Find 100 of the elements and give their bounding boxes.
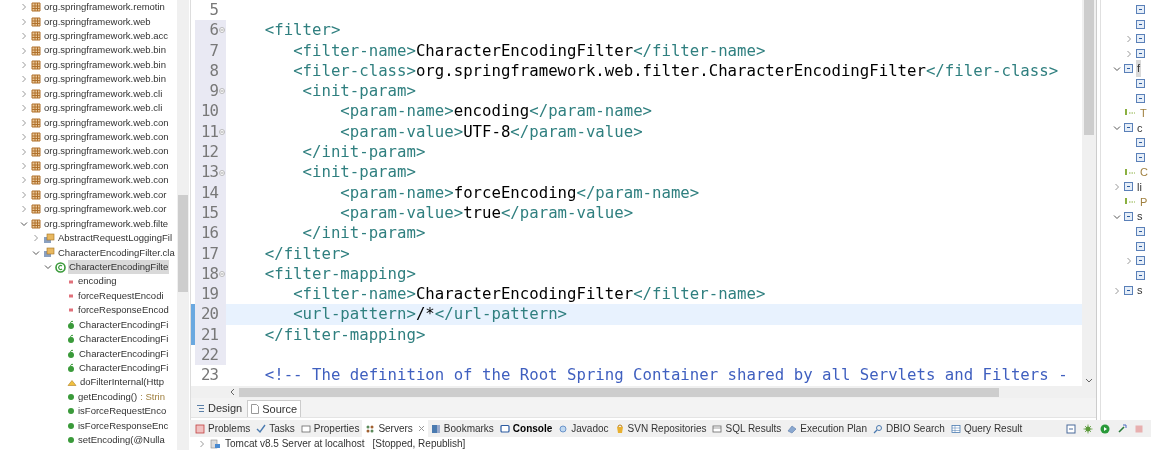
editor-tab[interactable]: Design <box>193 400 246 417</box>
chevron-right-icon[interactable] <box>20 118 28 127</box>
tree-item[interactable]: org.springframework.web.cor <box>43 202 168 217</box>
tree-item[interactable]: org.springframework.web.bin <box>43 57 167 73</box>
chevron-right-icon[interactable] <box>20 176 28 185</box>
view-tab[interactable]: Console <box>496 420 556 437</box>
outline-item[interactable]: P <box>1139 193 1149 210</box>
outline-item[interactable]: C <box>1139 163 1149 181</box>
chevron-right-icon[interactable] <box>1125 49 1133 58</box>
chevron-down-icon[interactable] <box>1113 212 1121 221</box>
tree-item[interactable]: setEncoding(@Nulla <box>77 433 166 448</box>
tree-item[interactable]: CharacterEncodingFi <box>78 332 170 347</box>
chevron-down-icon[interactable] <box>1113 64 1121 73</box>
collapse-icon[interactable] <box>1066 423 1076 434</box>
view-tab[interactable]: Problems <box>192 420 254 437</box>
fold-icon[interactable] <box>219 128 225 135</box>
tree-item[interactable]: getEncoding() <box>77 389 139 405</box>
tree-item[interactable]: doFilterInternal(Http <box>79 375 165 390</box>
chevron-right-icon[interactable] <box>20 32 28 41</box>
chevron-down-icon[interactable] <box>1113 123 1121 132</box>
chevron-right-icon[interactable] <box>20 147 28 156</box>
chevron-right-icon[interactable] <box>20 75 28 84</box>
tree-item[interactable]: forceRequestEncodi <box>77 288 165 304</box>
view-tab[interactable]: Properties <box>297 420 363 437</box>
close-icon[interactable] <box>417 425 425 432</box>
tree-item[interactable]: encoding <box>77 274 118 289</box>
chevron-right-icon[interactable] <box>20 17 28 26</box>
chevron-down-icon[interactable] <box>44 263 52 272</box>
chevron-right-icon[interactable] <box>20 60 28 69</box>
chevron-right-icon[interactable] <box>20 3 28 12</box>
view-tab[interactable]: Query Result <box>947 420 1026 437</box>
outline-item[interactable]: s <box>1136 282 1144 299</box>
outline-item[interactable]: T <box>1139 104 1148 122</box>
tree-item[interactable]: org.springframework.web.cor <box>43 187 168 203</box>
tree-item[interactable]: org.springframework.web.con <box>43 158 170 174</box>
chevron-right-icon[interactable] <box>1113 182 1121 191</box>
chevron-right-icon[interactable] <box>20 104 28 113</box>
fold-icon[interactable] <box>219 88 225 95</box>
scroll-left-icon[interactable] <box>229 388 235 396</box>
view-tab[interactable]: DBIO Search <box>869 420 948 437</box>
tree-item[interactable]: org.springframework.web.acc <box>43 28 170 44</box>
tree-item[interactable]: isForceRequestEnco <box>77 404 168 419</box>
view-tab[interactable]: Execution Plan <box>784 420 870 437</box>
tree-item[interactable]: org.springframework.web.con <box>43 173 170 188</box>
chevron-right-icon[interactable] <box>20 46 28 55</box>
chevron-right-icon[interactable] <box>20 205 28 214</box>
tree-item[interactable]: org.springframework.web <box>43 14 152 29</box>
tree-item[interactable]: org.springframework.web.cli <box>43 101 164 116</box>
outline-item[interactable]: li <box>1136 178 1143 196</box>
server-name[interactable]: Tomcat v8.5 Server at localhost <box>225 436 365 450</box>
tree-item[interactable]: org.springframework.web.cli <box>43 86 164 101</box>
view-tab[interactable]: SVN Repositories <box>611 420 710 437</box>
scrollbar-thumb[interactable] <box>239 387 999 397</box>
view-icon <box>256 423 267 434</box>
tree-item[interactable]: AbstractRequestLoggingFil <box>57 231 174 246</box>
editor-tab[interactable]: Source <box>247 400 302 417</box>
tree-item[interactable]: CharacterEncodingFi <box>78 317 170 332</box>
outline-item[interactable]: s <box>1136 208 1144 225</box>
view-tab[interactable]: Tasks <box>253 420 298 437</box>
chevron-down-icon[interactable] <box>32 248 40 257</box>
bug-icon[interactable] <box>1083 423 1093 434</box>
view-tab[interactable]: SQL Results <box>709 420 785 437</box>
tree-item[interactable]: CharacterEncodingFilter.cla <box>57 245 176 260</box>
scrollbar-thumb[interactable] <box>1084 0 1094 135</box>
scroll-down-icon[interactable] <box>1085 378 1093 384</box>
tree-item[interactable]: org.springframework.web.bin <box>43 43 167 58</box>
tree-item[interactable]: org.springframework.remotin <box>43 0 166 15</box>
chevron-right-icon[interactable] <box>20 133 28 142</box>
fold-icon[interactable] <box>219 169 225 176</box>
tree-item[interactable]: isForceResponseEnc <box>77 418 170 434</box>
tree-item[interactable]: CharacterEncodingFilte <box>68 259 170 275</box>
tree-item[interactable]: CharacterEncodingFi <box>78 361 170 376</box>
tree-item[interactable]: org.springframework.web.con <box>43 115 170 130</box>
tree-item[interactable]: CharacterEncodingFi <box>78 346 170 361</box>
chevron-right-icon[interactable] <box>198 439 206 448</box>
chevron-right-icon[interactable] <box>20 162 28 171</box>
chevron-right-icon[interactable] <box>32 234 40 243</box>
outline-item[interactable]: f <box>1136 60 1142 77</box>
tree-item[interactable]: forceResponseEncod <box>77 303 170 318</box>
chevron-right-icon[interactable] <box>1125 35 1133 43</box>
tree-item[interactable]: org.springframework.web.con <box>43 130 170 145</box>
chevron-down-icon[interactable] <box>20 219 28 228</box>
chevron-right-icon[interactable] <box>1113 286 1121 295</box>
chevron-right-icon[interactable] <box>20 89 28 98</box>
fold-icon[interactable] <box>219 27 225 34</box>
run-icon[interactable] <box>1100 423 1110 434</box>
tree-item[interactable]: org.springframework.web.bin <box>43 72 167 87</box>
publish-icon[interactable] <box>1117 423 1127 434</box>
tree-item[interactable]: org.springframework.web.filte <box>43 216 170 231</box>
scrollbar-thumb[interactable] <box>178 195 188 292</box>
tree-item[interactable]: org.springframework.web.con <box>43 144 170 159</box>
chevron-right-icon[interactable] <box>20 190 28 199</box>
view-tab[interactable]: Javadoc <box>555 420 612 437</box>
outline-item[interactable]: c <box>1136 119 1144 137</box>
view-tab[interactable]: Bookmarks <box>427 420 497 437</box>
fold-icon[interactable] <box>219 271 225 277</box>
stop-icon[interactable] <box>1134 423 1144 434</box>
chevron-right-icon[interactable] <box>1125 256 1133 265</box>
element-icon <box>1136 19 1145 29</box>
view-tab[interactable]: Servers <box>362 420 428 437</box>
